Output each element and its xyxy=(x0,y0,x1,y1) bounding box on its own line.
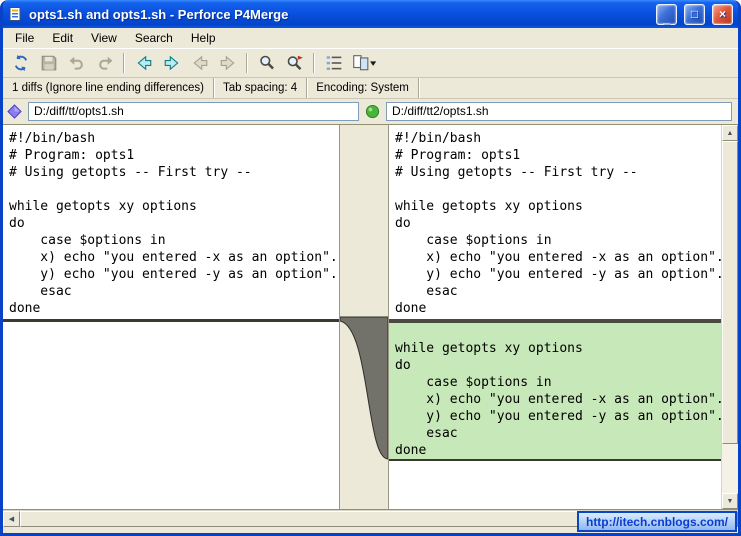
scroll-left-icon[interactable]: ◀ xyxy=(3,511,20,527)
vertical-scroll-thumb[interactable] xyxy=(722,141,738,444)
menu-item-search[interactable]: Search xyxy=(126,29,182,47)
tab-spacing-label: Tab spacing: 4 xyxy=(214,78,308,98)
right-file-marker-circle-icon xyxy=(365,104,380,119)
toolbar-separator xyxy=(313,53,315,73)
code-line: # Program: opts1 xyxy=(9,148,135,163)
code-line: # Program: opts1 xyxy=(395,148,521,163)
scroll-down-icon[interactable]: ▼ xyxy=(722,493,738,509)
left-file-header: D:/diff/tt/opts1.sh xyxy=(7,101,359,121)
code-line: while getopts xy options xyxy=(395,199,583,214)
close-button[interactable]: × xyxy=(712,3,733,25)
maximize-button[interactable]: □ xyxy=(684,3,705,25)
toolbar xyxy=(3,48,738,78)
code-line: while getopts xy options xyxy=(395,341,583,356)
minimize-button[interactable]: _ xyxy=(656,3,677,25)
code-line: #!/bin/bash xyxy=(395,131,482,146)
code-line: while getopts xy options xyxy=(9,199,197,214)
code-line: case $options in xyxy=(395,233,552,248)
file-headers: D:/diff/tt/opts1.sh D:/diff/tt2/opts1.sh xyxy=(3,99,738,124)
diff-gutter xyxy=(340,125,388,509)
p4merge-window: opts1.sh and opts1.sh - Perforce P4Merge… xyxy=(0,0,741,536)
left-file-marker-diamond-icon xyxy=(7,103,22,119)
code-line: #!/bin/bash xyxy=(9,131,96,146)
menu-bar: File Edit View Search Help xyxy=(3,28,738,48)
redo-icon[interactable] xyxy=(91,51,118,76)
right-code-pane[interactable]: #!/bin/bash # Program: opts1 # Using get… xyxy=(388,125,721,509)
code-line: y) echo "you entered -y as an option". xyxy=(395,409,721,424)
code-line: do xyxy=(9,216,25,231)
code-line: # Using getopts -- First try -- xyxy=(9,165,252,180)
menu-item-edit[interactable]: Edit xyxy=(43,29,82,47)
next-conflict-icon[interactable] xyxy=(214,51,241,76)
toolbar-separator xyxy=(123,53,125,73)
code-line: do xyxy=(395,358,411,373)
code-line: y) echo "you entered -y as an option". xyxy=(395,267,721,282)
encoding-label: Encoding: System xyxy=(307,78,419,98)
code-line: x) echo "you entered -x as an option". xyxy=(9,250,338,265)
code-line: done xyxy=(395,443,427,458)
code-line: done xyxy=(9,301,41,316)
prev-diff-icon[interactable] xyxy=(130,51,157,76)
undo-icon[interactable] xyxy=(63,51,90,76)
code-line: case $options in xyxy=(395,375,552,390)
right-file-path[interactable]: D:/diff/tt2/opts1.sh xyxy=(386,101,732,121)
watermark-link[interactable]: http://itech.cnblogs.com/ xyxy=(576,511,737,532)
code-line: x) echo "you entered -x as an option". xyxy=(395,392,721,407)
find-icon[interactable] xyxy=(253,51,280,76)
scroll-up-icon[interactable]: ▲ xyxy=(722,125,738,141)
diff-marker-line xyxy=(3,319,339,322)
diff-area: #!/bin/bash # Program: opts1 # Using get… xyxy=(3,124,738,510)
prev-conflict-icon[interactable] xyxy=(186,51,213,76)
code-line: esac xyxy=(395,284,458,299)
code-line: y) echo "you entered -y as an option". xyxy=(9,267,338,282)
refresh-diff-icon[interactable] xyxy=(7,51,34,76)
code-line: do xyxy=(395,216,411,231)
added-diff-block[interactable]: while getopts xy options do case $option… xyxy=(389,323,721,461)
left-file-path[interactable]: D:/diff/tt/opts1.sh xyxy=(28,101,359,121)
code-line: esac xyxy=(395,426,458,441)
vertical-scroll-track[interactable] xyxy=(722,141,738,493)
code-line: case $options in xyxy=(9,233,166,248)
code-line: # Using getopts -- First try -- xyxy=(395,165,638,180)
find-next-icon[interactable] xyxy=(281,51,308,76)
diff-connector xyxy=(340,316,388,460)
left-code-pane[interactable]: #!/bin/bash # Program: opts1 # Using get… xyxy=(3,125,340,509)
titlebar: opts1.sh and opts1.sh - Perforce P4Merge… xyxy=(3,0,738,28)
window-title: opts1.sh and opts1.sh - Perforce P4Merge xyxy=(29,6,289,22)
code-line: done xyxy=(395,301,427,316)
app-icon[interactable] xyxy=(8,6,24,22)
right-file-header: D:/diff/tt2/opts1.sh xyxy=(365,101,732,121)
next-diff-icon[interactable] xyxy=(158,51,185,76)
diff-layout-dropdown-icon[interactable] xyxy=(348,51,382,76)
vertical-scrollbar[interactable]: ▲ ▼ xyxy=(721,125,738,509)
line-numbers-icon[interactable] xyxy=(320,51,347,76)
code-line: x) echo "you entered -x as an option". xyxy=(395,250,721,265)
menu-item-view[interactable]: View xyxy=(82,29,126,47)
code-line: esac xyxy=(9,284,72,299)
save-icon[interactable] xyxy=(35,51,62,76)
toolbar-separator xyxy=(246,53,248,73)
status-strip: 1 diffs (Ignore line ending differences)… xyxy=(3,78,738,99)
menu-item-help[interactable]: Help xyxy=(182,29,225,47)
menu-item-file[interactable]: File xyxy=(6,29,43,47)
diff-count-label: 1 diffs (Ignore line ending differences) xyxy=(3,78,215,98)
